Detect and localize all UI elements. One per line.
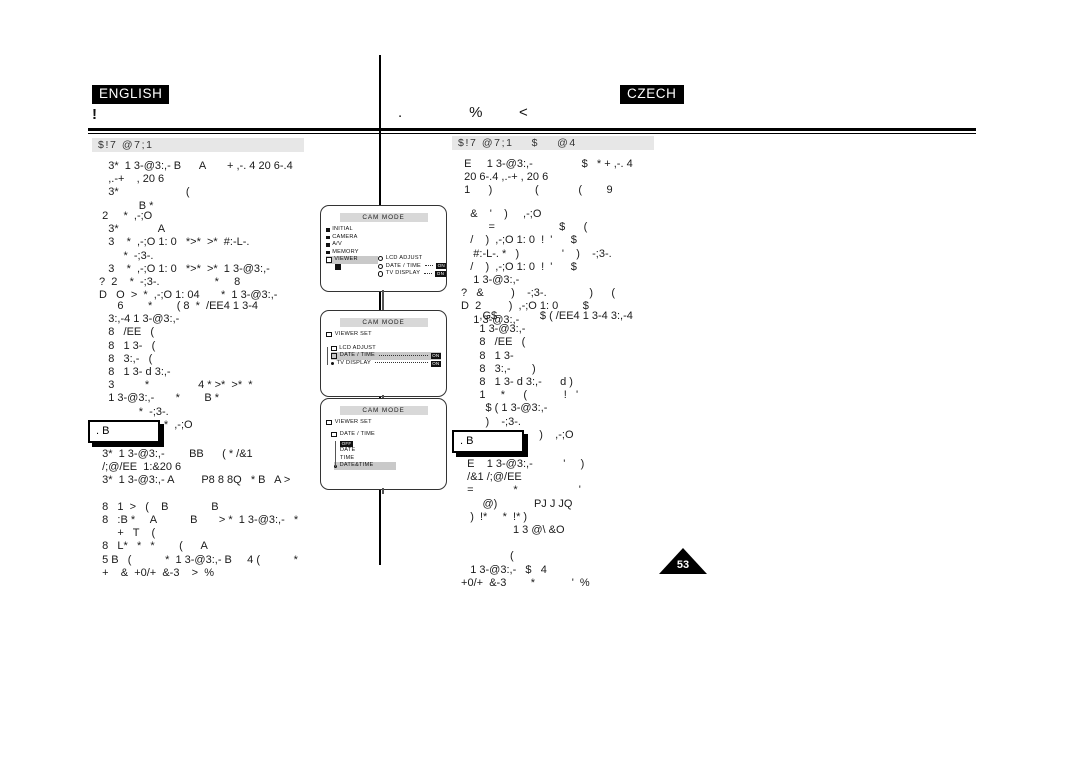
lcd1-sub-date-time[interactable]: DATE / TIME ON	[378, 262, 447, 271]
lcd1-value-tv-display: ON	[435, 270, 446, 277]
lcd3-label-date: DATE	[340, 447, 356, 454]
czech-note-text: E 1 3-@3:,- ' ) /&1 /;@/EE = * ' @) PJ J…	[461, 458, 590, 589]
lcd1-label-initial: INITIAL	[332, 226, 353, 232]
note-box-english: . B	[88, 420, 160, 443]
page-number: 53	[676, 559, 690, 571]
lcd1-label-memory: MEMORY	[332, 248, 359, 255]
manual-page: ENGLISH CZECH ! . % < $!7 @7;1 $!7 @7;1 …	[0, 0, 1080, 763]
open-square-icon	[326, 257, 332, 263]
folder-icon	[331, 431, 338, 438]
header-rule-thin	[88, 133, 976, 134]
lcd2-item-date-time[interactable]: DATE / TIME ON	[331, 352, 441, 360]
czech-intro-text: E 1 3-@3:,- $ * + ,-. 4 20 6-.4 ,.-+ , 2…	[464, 158, 633, 197]
english-note-text: 3* 1 3-@3:,- BB ( * /&1 /;@/EE 1:&20 6 3…	[102, 448, 299, 579]
lcd3-subheading-date-time: DATE / TIME	[331, 431, 446, 439]
lcd1-sub-label-date-time: DATE / TIME	[385, 262, 421, 269]
filled-square-icon	[326, 243, 330, 247]
lcd1-cursor-row	[326, 263, 378, 270]
lcd1-item-initial[interactable]: INITIAL	[326, 226, 378, 234]
lcd3-title: CAM MODE	[339, 406, 428, 415]
lcd2-label-tv-display: TV DISPLAY	[336, 359, 371, 366]
english-step-text: 2 * ,-;O 3* A 3 * ,-;O 1: 0 *>* >* #:-L-…	[99, 210, 278, 302]
lcd-menu-panel-3: CAM MODE VIEWER SET DATE / TIME OFF DATE…	[320, 398, 447, 490]
lcd1-item-memory[interactable]: MEMORY	[326, 249, 378, 257]
leader-dots	[424, 272, 433, 274]
cursor-chip-icon	[335, 263, 342, 270]
folder-icon	[331, 353, 338, 359]
language-tag-english: ENGLISH	[92, 85, 170, 105]
lcd-menu-panel-1: CAM MODE INITIAL CAMERA A/V MEMORY VIEWE…	[320, 205, 447, 292]
lcd2-value-tv-display: ON	[430, 360, 441, 367]
lcd1-label-av: A/V	[332, 241, 342, 248]
lcd3-label-date-and-time: DATE&TIME	[339, 462, 374, 469]
section-header-english: $!7 @7;1	[92, 138, 304, 152]
lcd2-item-tv-display[interactable]: TV DISPLAY ON	[331, 360, 441, 368]
lcd3-item-date[interactable]: DATE	[340, 447, 446, 455]
english-intro-text: 3* 1 3-@3:,- B A + ,-. 4 20 6-.4 ,.-+ , …	[108, 160, 293, 212]
lcd1-title: CAM MODE	[339, 213, 428, 222]
lcd1-sub-tv-display[interactable]: TV DISPLAY ON	[378, 270, 446, 278]
leader-dots	[378, 354, 428, 356]
lcd3-subheading-label: DATE / TIME	[339, 430, 375, 437]
lcd1-item-viewer[interactable]: VIEWER	[326, 256, 378, 264]
lcd1-sub-label-tv-display: TV DISPLAY	[385, 270, 421, 277]
lcd2-heading-viewer-set: VIEWER SET	[326, 331, 446, 339]
filled-square-icon	[326, 228, 330, 232]
lcd1-connector	[382, 290, 384, 310]
section-header-czech: $!7 @7;1 $ @4	[452, 136, 654, 150]
lcd1-sub-label-lcd-adjust: LCD ADJUST	[385, 255, 423, 261]
folder-icon	[326, 420, 333, 426]
czech-list-text: ,G$ $ ( /EE4 1 3-4 3:,-4 1 3-@3:,- 8 /EE…	[461, 310, 633, 441]
chapter-title-english: !	[92, 106, 99, 123]
lcd2-value-date-time: ON	[430, 352, 441, 359]
lcd2-heading-label: VIEWER SET	[334, 331, 372, 337]
czech-step-text: & ' ) ,-;O = $ ( / ) ,-;O 1: 0 ! ' $ #:-…	[461, 208, 616, 326]
lcd2-title: CAM MODE	[339, 318, 428, 327]
lcd2-label-date-time: DATE / TIME	[339, 352, 375, 359]
lcd1-value-date-time: ON	[435, 263, 447, 270]
lcd3-label-time: TIME	[340, 454, 355, 461]
folder-icon	[326, 332, 333, 338]
lcd3-item-date-and-time[interactable]: DATE&TIME	[334, 462, 396, 470]
lcd3-heading-viewer-set: VIEWER SET	[326, 419, 446, 427]
chapter-title-czech: . % <	[398, 104, 534, 121]
lcd1-label-camera: CAMERA	[332, 233, 358, 240]
lcd-menu-panel-2: CAM MODE VIEWER SET LCD ADJUST DATE / TI…	[320, 310, 447, 397]
header-rule-thick	[88, 128, 976, 131]
lcd1-sub-lcd-adjust[interactable]: LCD ADJUST	[378, 255, 444, 263]
lcd2-label-lcd-adjust: LCD ADJUST	[339, 344, 376, 351]
lcd1-label-viewer: VIEWER	[334, 256, 358, 263]
filled-square-icon	[326, 250, 330, 255]
leader-dots	[424, 265, 433, 267]
ring-icon	[378, 263, 384, 270]
lcd1-item-av[interactable]: A/V	[326, 241, 378, 249]
leader-dots	[375, 362, 428, 364]
filled-square-icon	[326, 235, 330, 240]
dot-icon	[331, 361, 335, 366]
note-box-czech: . B	[452, 430, 524, 453]
lcd3-item-time[interactable]: TIME	[340, 455, 446, 463]
lcd2-item-lcd-adjust[interactable]: LCD ADJUST	[331, 345, 446, 353]
lcd3-connector	[382, 488, 384, 494]
ring-icon	[378, 271, 384, 277]
ring-icon	[378, 256, 384, 262]
lcd1-item-camera[interactable]: CAMERA	[326, 234, 378, 242]
lcd3-heading-label: VIEWER SET	[334, 419, 372, 425]
open-square-icon	[331, 345, 337, 352]
language-tag-czech: CZECH	[620, 85, 684, 105]
